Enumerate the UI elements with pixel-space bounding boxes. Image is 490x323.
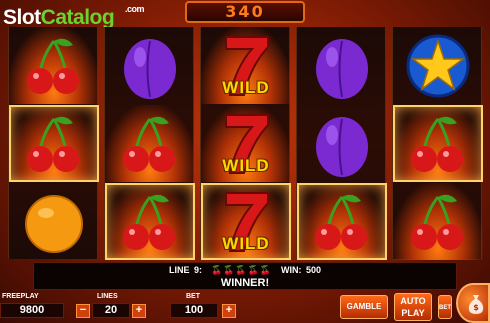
reel-1-cell-2: [9, 105, 99, 182]
logo-slot-text: Slot: [3, 6, 41, 29]
lines-value: 20: [92, 303, 130, 318]
win-line-number: LINE 9:: [168, 265, 202, 275]
reel-2-cell-3: [105, 183, 195, 260]
win-amount: WIN: 500: [281, 265, 322, 275]
reel-2-cell-2: [105, 105, 195, 182]
spin-button[interactable]: $: [456, 283, 490, 323]
reel-5-cell-1: [393, 27, 483, 104]
money-bag-icon: $: [468, 295, 484, 314]
autoplay-button[interactable]: AUTO PLAY: [394, 293, 432, 321]
reel-1-cell-3: [9, 183, 99, 260]
bet-button[interactable]: BET: [438, 295, 452, 319]
wild-label: WILD: [222, 78, 270, 97]
bet-value: 100: [170, 303, 218, 318]
win-line-info: LINE 9: 🍒🍒🍒🍒🍒 WIN: 500: [34, 265, 456, 276]
reel-3-cell-1: WILD: [201, 27, 291, 104]
reel-3: WILD WILD WILD: [200, 27, 291, 260]
reel-5-cell-3: [393, 183, 483, 260]
bet-increase-button[interactable]: +: [222, 304, 236, 318]
cherry-icon: [123, 194, 175, 250]
lines-increase-button[interactable]: +: [132, 304, 146, 318]
freeplay-label: FREEPLAY: [2, 293, 39, 300]
plum-icon: [316, 116, 368, 177]
reels-area: WILD WILD WILD: [8, 27, 483, 260]
cherry-icon: [411, 116, 463, 172]
freeplay-balance: 9800: [0, 303, 64, 318]
cherry-icon: [315, 194, 367, 250]
reel-4-cell-1: [297, 27, 387, 104]
control-panel: FREEPLAY 9800 LINES − 20 + BET 100 + GAM…: [0, 283, 490, 323]
reel-3-cell-2: WILD: [201, 105, 291, 182]
plum-icon: [124, 38, 176, 99]
star-icon: [406, 34, 470, 97]
top-counter: 340: [185, 1, 305, 23]
svg-text:$: $: [473, 303, 479, 312]
reel-1: [8, 27, 99, 260]
bet-button-label: BET: [439, 305, 451, 311]
cherry-icon: [123, 116, 175, 172]
reel-2-cell-1: [105, 27, 195, 104]
cherry-icon: [27, 38, 79, 94]
game-frame: SlotCatalog .com 340 WILD WILD WILD LINE…: [0, 0, 490, 323]
orange-icon: [25, 194, 83, 253]
reel-5-cell-2: [393, 105, 483, 182]
cherry-icon: [411, 194, 463, 250]
win-cherries-icons: 🍒🍒🍒🍒🍒: [210, 265, 273, 275]
reel-1-cell-1: [9, 27, 99, 104]
bet-label: BET: [186, 293, 200, 300]
reel-4: [296, 27, 387, 260]
reel-4-cell-3: [297, 183, 387, 260]
cherry-icon: [27, 116, 79, 172]
win-message-bar: LINE 9: 🍒🍒🍒🍒🍒 WIN: 500 WINNER!: [33, 262, 457, 290]
reel-4-cell-2: [297, 105, 387, 182]
gamble-button[interactable]: GAMBLE: [340, 295, 388, 319]
lines-decrease-button[interactable]: −: [76, 304, 90, 318]
winner-text: WINNER!: [220, 277, 270, 289]
logo-catalog-text: Catalog: [40, 6, 115, 29]
plum-icon: [316, 38, 368, 99]
reel-5: [392, 27, 483, 260]
reel-2: [104, 27, 195, 260]
logo-com-text: .com: [125, 4, 145, 14]
reel-3-cell-3: WILD: [201, 183, 291, 260]
wild-label: WILD: [222, 156, 270, 175]
wild-label: WILD: [222, 234, 270, 253]
lines-label: LINES: [97, 293, 118, 300]
